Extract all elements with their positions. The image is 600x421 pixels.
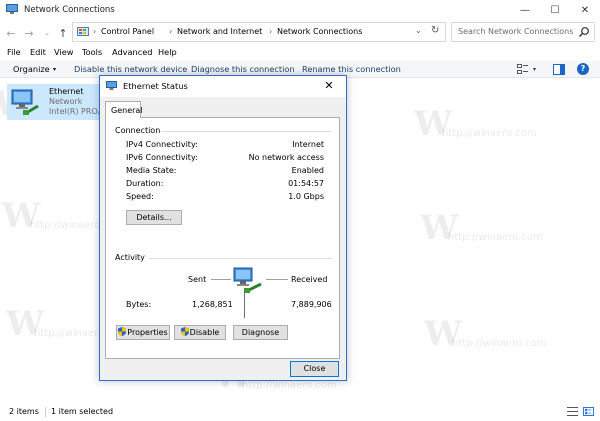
bytes-received-value: 7,889,906 (291, 300, 332, 309)
activity-divider (244, 292, 245, 318)
connection-type: Network (49, 97, 83, 106)
selection-count: 1 item selected (51, 407, 114, 416)
ipv4-connectivity-value: Internet (292, 140, 324, 149)
close-button[interactable]: Close (290, 361, 339, 377)
disable-button-label: Disable (189, 328, 220, 337)
general-tab-panel: Connection IPv4 Connectivity: Internet I… (105, 117, 340, 359)
dialog-body: General Connection IPv4 Connectivity: In… (100, 97, 346, 380)
watermark-logo: W (414, 104, 453, 144)
preview-pane-icon[interactable] (553, 64, 565, 75)
watermark-text: http://winaero.com (448, 232, 543, 243)
diagnose-connection-button[interactable]: Diagnose this connection (191, 64, 295, 74)
network-activity-icon (233, 267, 262, 293)
ipv6-connectivity-label: IPv6 Connectivity: (126, 153, 198, 162)
watermark-text: http://winaero.com (242, 380, 337, 391)
ethernet-connection-item[interactable]: Ethernet Network Intel(R) PRO/1000 MT De… (7, 84, 205, 120)
menu-edit[interactable]: Edit (30, 47, 46, 57)
watermark-logo: W (424, 314, 463, 354)
change-view-icon[interactable] (517, 64, 529, 75)
diagnose-button[interactable]: Diagnose (233, 325, 288, 340)
media-state-label: Media State: (126, 166, 177, 175)
title-bar: Network Connections — ☐ ✕ (0, 0, 600, 21)
address-dropdown-chevron-icon[interactable]: ⌄ (415, 26, 422, 35)
tab-general-label: General (111, 106, 143, 115)
status-bar: 2 items 1 item selected (0, 401, 600, 421)
breadcrumb-separator: › (169, 27, 173, 36)
connection-name: Ethernet (49, 87, 84, 96)
recent-locations-chevron-icon[interactable]: ⌄ (40, 25, 54, 41)
speed-label: Speed: (126, 192, 154, 201)
breadcrumb-control-panel[interactable]: Control Panel (101, 27, 154, 36)
network-connections-icon (6, 4, 18, 14)
window-title: Network Connections (24, 5, 115, 15)
details-view-icon[interactable] (567, 407, 578, 416)
status-divider (45, 407, 46, 417)
connection-group-label: Connection (115, 126, 161, 135)
forward-arrow-icon[interactable]: → (22, 25, 36, 41)
tab-general[interactable]: General (105, 101, 143, 118)
bytes-label: Bytes: (126, 300, 152, 309)
search-input[interactable]: Search Network Connections (458, 27, 573, 36)
dialog-title-bar: Ethernet Status ✕ (100, 76, 346, 97)
breadcrumb-separator: › (269, 27, 273, 36)
disable-device-button[interactable]: Disable this network device (74, 64, 187, 74)
ethernet-adapter-icon (11, 89, 39, 115)
ethernet-status-dialog: Ethernet Status ✕ General Connection IPv… (99, 75, 347, 381)
menu-view[interactable]: View (54, 47, 73, 57)
help-icon[interactable]: ? (577, 63, 589, 75)
up-arrow-icon[interactable]: ↑ (56, 25, 70, 41)
group-divider (161, 131, 332, 132)
media-state-value: Enabled (291, 166, 324, 175)
properties-button-label: Properties (127, 328, 168, 337)
menu-tools[interactable]: Tools (82, 47, 102, 57)
ipv6-connectivity-value: No network access (248, 153, 324, 162)
properties-button[interactable]: Properties (116, 325, 170, 340)
duration-label: Duration: (126, 179, 164, 188)
received-line (266, 279, 288, 280)
breadcrumb-separator: › (93, 27, 97, 36)
watermark-text: http://winaero.com (452, 338, 547, 349)
uac-shield-icon (118, 327, 127, 336)
rename-connection-button[interactable]: Rename this connection (302, 64, 401, 74)
view-options-dropdown-icon[interactable]: ▾ (533, 66, 536, 73)
refresh-icon[interactable]: ↻ (431, 25, 439, 36)
activity-group-label: Activity (115, 253, 145, 262)
duration-value: 01:54:57 (288, 179, 324, 188)
search-box[interactable]: Search Network Connections (451, 22, 595, 42)
search-icon[interactable] (578, 26, 590, 38)
watermark-logo: W (420, 208, 459, 248)
dialog-close-icon[interactable]: ✕ (320, 79, 338, 93)
menu-help[interactable]: Help (158, 47, 177, 57)
sent-label: Sent (188, 275, 207, 284)
address-bar[interactable]: › Control Panel › Network and Internet ›… (72, 22, 446, 42)
details-button[interactable]: Details... (126, 210, 182, 225)
network-adapter-icon (106, 81, 117, 90)
minimize-button[interactable]: — (510, 0, 540, 21)
maximize-button[interactable]: ☐ (540, 0, 570, 21)
group-divider (149, 258, 332, 259)
watermark-logo: W (2, 196, 41, 236)
back-arrow-icon[interactable]: ← (4, 25, 18, 41)
menu-advanced[interactable]: Advanced (112, 47, 152, 57)
breadcrumb-network-and-internet[interactable]: Network and Internet (177, 27, 262, 36)
close-window-button[interactable]: ✕ (570, 0, 600, 21)
uac-shield-icon (180, 327, 189, 336)
dialog-title: Ethernet Status (123, 81, 188, 91)
organize-dropdown-icon[interactable]: ▾ (53, 66, 56, 73)
watermark-logo: W (6, 304, 45, 344)
tiles-view-icon[interactable] (583, 407, 594, 416)
ipv4-connectivity-label: IPv4 Connectivity: (126, 140, 198, 149)
control-panel-icon (77, 27, 89, 36)
watermark-text: http://winaero.com (442, 128, 537, 139)
organize-button[interactable]: Organize (13, 64, 50, 74)
disable-button[interactable]: Disable (174, 325, 226, 340)
breadcrumb-network-connections[interactable]: Network Connections (277, 27, 362, 36)
item-count: 2 items (9, 407, 39, 416)
menu-file[interactable]: File (7, 47, 21, 57)
received-label: Received (291, 275, 328, 284)
menu-bar: File Edit View Tools Advanced Help (0, 45, 600, 61)
bytes-sent-value: 1,268,851 (192, 300, 233, 309)
sent-line (211, 279, 231, 280)
speed-value: 1.0 Gbps (288, 192, 324, 201)
